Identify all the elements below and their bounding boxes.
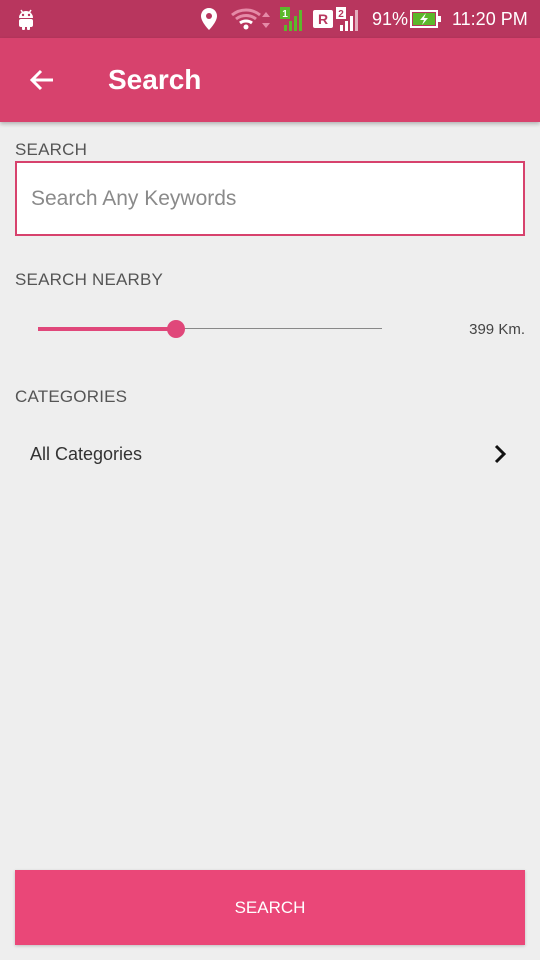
distance-slider[interactable]: [38, 316, 382, 342]
location-icon: [200, 0, 218, 38]
app-bar: Search: [0, 38, 540, 122]
sim2-signal-icon: 2: [336, 0, 364, 38]
status-bar: 1 R 2 91% 11:20 PM: [0, 0, 540, 38]
svg-text:R: R: [318, 11, 328, 27]
search-nearby-label: SEARCH NEARBY: [15, 270, 164, 289]
clock: 11:20 PM: [452, 8, 528, 29]
search-button[interactable]: SEARCH: [15, 870, 525, 945]
wifi-icon: [230, 0, 274, 38]
search-label: SEARCH: [15, 140, 88, 159]
chevron-right-icon: [494, 444, 507, 464]
categories-label: CATEGORIES: [15, 387, 128, 406]
search-field[interactable]: [15, 161, 525, 236]
sim1-signal-icon: 1: [280, 0, 308, 38]
category-selector[interactable]: All Categories: [15, 428, 525, 480]
search-input[interactable]: [17, 163, 523, 234]
category-value: All Categories: [30, 444, 143, 464]
battery-charging-icon: [410, 0, 442, 38]
roaming-icon: R: [312, 0, 334, 38]
svg-text:1: 1: [282, 9, 288, 20]
battery-percent: 91%: [372, 8, 409, 29]
back-button[interactable]: [22, 60, 62, 100]
android-icon: [16, 0, 36, 38]
slider-thumb[interactable]: [166, 320, 185, 338]
page-title: Search: [108, 64, 202, 95]
distance-value: 399 Km.: [469, 321, 525, 338]
arrow-left-icon: [29, 69, 53, 91]
slider-fill: [38, 327, 176, 331]
svg-text:2: 2: [338, 9, 344, 20]
